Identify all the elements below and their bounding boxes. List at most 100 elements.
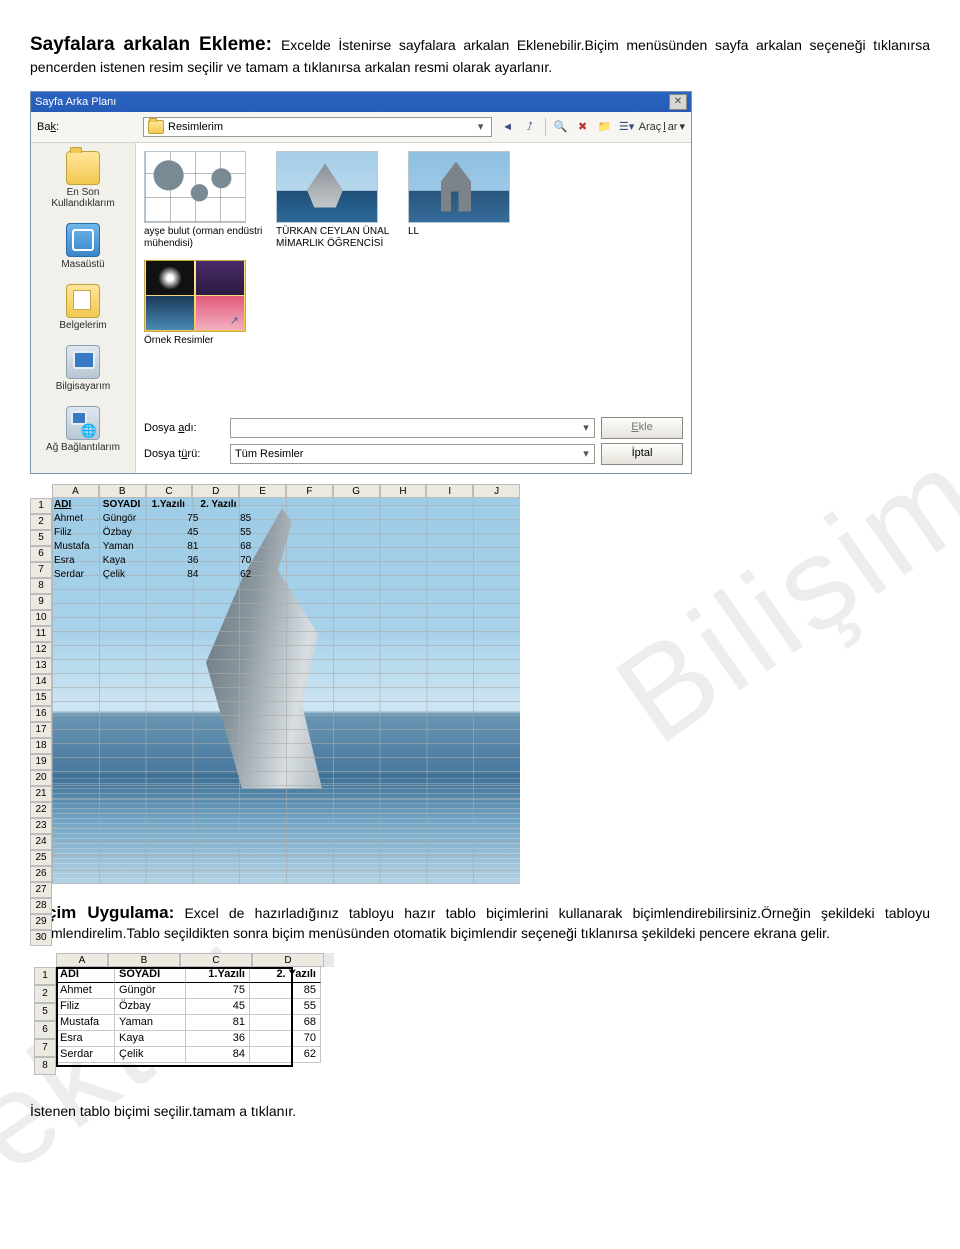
chevron-down-icon[interactable]: ▾ <box>580 421 592 434</box>
row-header[interactable]: 19 <box>30 754 52 770</box>
search-icon[interactable]: 🔍 <box>551 117 571 137</box>
cell[interactable]: Yaman <box>115 1015 186 1031</box>
row-header[interactable]: 2 <box>34 985 56 1003</box>
cell[interactable]: 85 <box>202 512 255 526</box>
row-header[interactable]: 26 <box>30 866 52 882</box>
file-item[interactable]: ayşe bulut (orman endüstri mühendisi) <box>144 151 264 250</box>
cell[interactable]: 85 <box>250 983 321 999</box>
small-colhdr[interactable]: ABCD <box>56 953 334 967</box>
cell[interactable]: 84 <box>150 568 203 582</box>
col-header[interactable]: D <box>252 953 324 967</box>
row-header[interactable]: 24 <box>30 834 52 850</box>
col-header[interactable]: C <box>146 484 193 498</box>
cell[interactable]: 81 <box>186 1015 250 1031</box>
col-header[interactable]: B <box>108 953 180 967</box>
file-item[interactable]: Örnek Resimler <box>144 260 264 347</box>
row-header[interactable]: 9 <box>30 594 52 610</box>
cell[interactable]: Filiz <box>52 526 101 540</box>
row-header[interactable]: 1 <box>30 498 52 514</box>
col-header[interactable]: C <box>180 953 252 967</box>
row-header[interactable]: 12 <box>30 642 52 658</box>
col-header[interactable]: J <box>473 484 520 498</box>
row-header[interactable]: 7 <box>30 562 52 578</box>
row-header[interactable]: 6 <box>30 546 52 562</box>
sheet-row[interactable]: MustafaYaman8168 <box>52 540 255 554</box>
back-icon[interactable]: ◄ <box>498 117 518 137</box>
row-header[interactable]: 14 <box>30 674 52 690</box>
lookin-combo[interactable]: Resimlerim ▾ <box>143 117 492 137</box>
row-header[interactable]: 16 <box>30 706 52 722</box>
cell[interactable]: 55 <box>250 999 321 1015</box>
sheet-row[interactable]: AhmetGüngör7585 <box>52 512 255 526</box>
small-data[interactable]: ADISOYADI1.Yazılı2. YazılıAhmetGüngör758… <box>56 967 321 1063</box>
cell[interactable]: Serdar <box>56 1047 115 1063</box>
cell[interactable]: Çelik <box>115 1047 186 1063</box>
row-header[interactable]: 15 <box>30 690 52 706</box>
chevron-down-icon[interactable]: ▾ <box>580 447 592 460</box>
cell[interactable]: Mustafa <box>52 540 101 554</box>
table-row[interactable]: MustafaYaman8168 <box>56 1015 321 1031</box>
sheet-row[interactable]: SerdarÇelik8462 <box>52 568 255 582</box>
row-header[interactable]: 6 <box>34 1021 56 1039</box>
file-area[interactable]: ayşe bulut (orman endüstri mühendisi)TÜR… <box>136 143 691 473</box>
cell[interactable]: 45 <box>186 999 250 1015</box>
cell[interactable]: Özbay <box>101 526 150 540</box>
cell[interactable]: 36 <box>186 1031 250 1047</box>
cell[interactable]: 2. Yazılı <box>250 967 321 983</box>
row-header[interactable]: 25 <box>30 850 52 866</box>
cell[interactable]: Kaya <box>101 554 150 568</box>
cell[interactable]: Esra <box>56 1031 115 1047</box>
newfolder-icon[interactable]: 📁 <box>595 117 615 137</box>
cell[interactable]: Çelik <box>101 568 150 582</box>
col-header[interactable]: A <box>52 484 99 498</box>
cell[interactable]: 75 <box>150 512 203 526</box>
row-header[interactable]: 5 <box>34 1003 56 1021</box>
cell[interactable]: 55 <box>202 526 255 540</box>
cell[interactable]: 2. Yazılı <box>198 498 247 512</box>
cell[interactable]: Güngör <box>115 983 186 999</box>
cell[interactable]: Güngör <box>101 512 150 526</box>
cell[interactable]: Serdar <box>52 568 101 582</box>
tools-menu[interactable]: Araçlar ▾ <box>639 120 685 133</box>
row-header[interactable]: 8 <box>34 1057 56 1075</box>
col-header[interactable]: E <box>239 484 286 498</box>
col-header[interactable]: H <box>380 484 427 498</box>
place-pc[interactable]: Bilgisayarım <box>33 341 133 400</box>
filetype-combo[interactable]: Tüm Resimler ▾ <box>230 444 595 464</box>
cell[interactable]: 1.Yazılı <box>186 967 250 983</box>
cell[interactable]: Ahmet <box>56 983 115 999</box>
table-row[interactable]: FilizÖzbay4555 <box>56 999 321 1015</box>
cell[interactable]: 36 <box>150 554 203 568</box>
cell[interactable]: 68 <box>250 1015 321 1031</box>
row-header[interactable]: 13 <box>30 658 52 674</box>
cell[interactable]: Özbay <box>115 999 186 1015</box>
row-header[interactable]: 10 <box>30 610 52 626</box>
table-row[interactable]: AhmetGüngör7585 <box>56 983 321 999</box>
table-row[interactable]: SerdarÇelik8462 <box>56 1047 321 1063</box>
col-header[interactable]: F <box>286 484 333 498</box>
sheet-row[interactable]: ADISOYADI1.Yazılı2. Yazılı <box>52 498 247 512</box>
row-header[interactable]: 29 <box>30 914 52 930</box>
row-header[interactable]: 8 <box>30 578 52 594</box>
table-row[interactable]: ADISOYADI1.Yazılı2. Yazılı <box>56 967 321 983</box>
cell[interactable]: 1.Yazılı <box>150 498 199 512</box>
sheet-rowhdr[interactable]: 1256789101112131415161718192021222324252… <box>30 498 52 946</box>
cell[interactable]: 70 <box>202 554 255 568</box>
row-header[interactable]: 27 <box>30 882 52 898</box>
sheet-row[interactable]: FilizÖzbay4555 <box>52 526 255 540</box>
insert-button[interactable]: Ekle <box>601 417 683 439</box>
cell[interactable]: Yaman <box>101 540 150 554</box>
cell[interactable]: 84 <box>186 1047 250 1063</box>
row-header[interactable]: 1 <box>34 967 56 985</box>
file-item[interactable]: TÜRKAN CEYLAN ÜNAL MİMARLIK ÖĞRENCİSİ <box>276 151 396 250</box>
row-header[interactable]: 7 <box>34 1039 56 1057</box>
chevron-down-icon[interactable]: ▾ <box>475 120 487 133</box>
row-header[interactable]: 2 <box>30 514 52 530</box>
col-header[interactable]: G <box>333 484 380 498</box>
place-desk[interactable]: Masaüstü <box>33 219 133 278</box>
col-header[interactable]: D <box>192 484 239 498</box>
cell[interactable]: Ahmet <box>52 512 101 526</box>
col-header[interactable]: I <box>426 484 473 498</box>
cell[interactable]: Kaya <box>115 1031 186 1047</box>
cell[interactable]: 62 <box>250 1047 321 1063</box>
